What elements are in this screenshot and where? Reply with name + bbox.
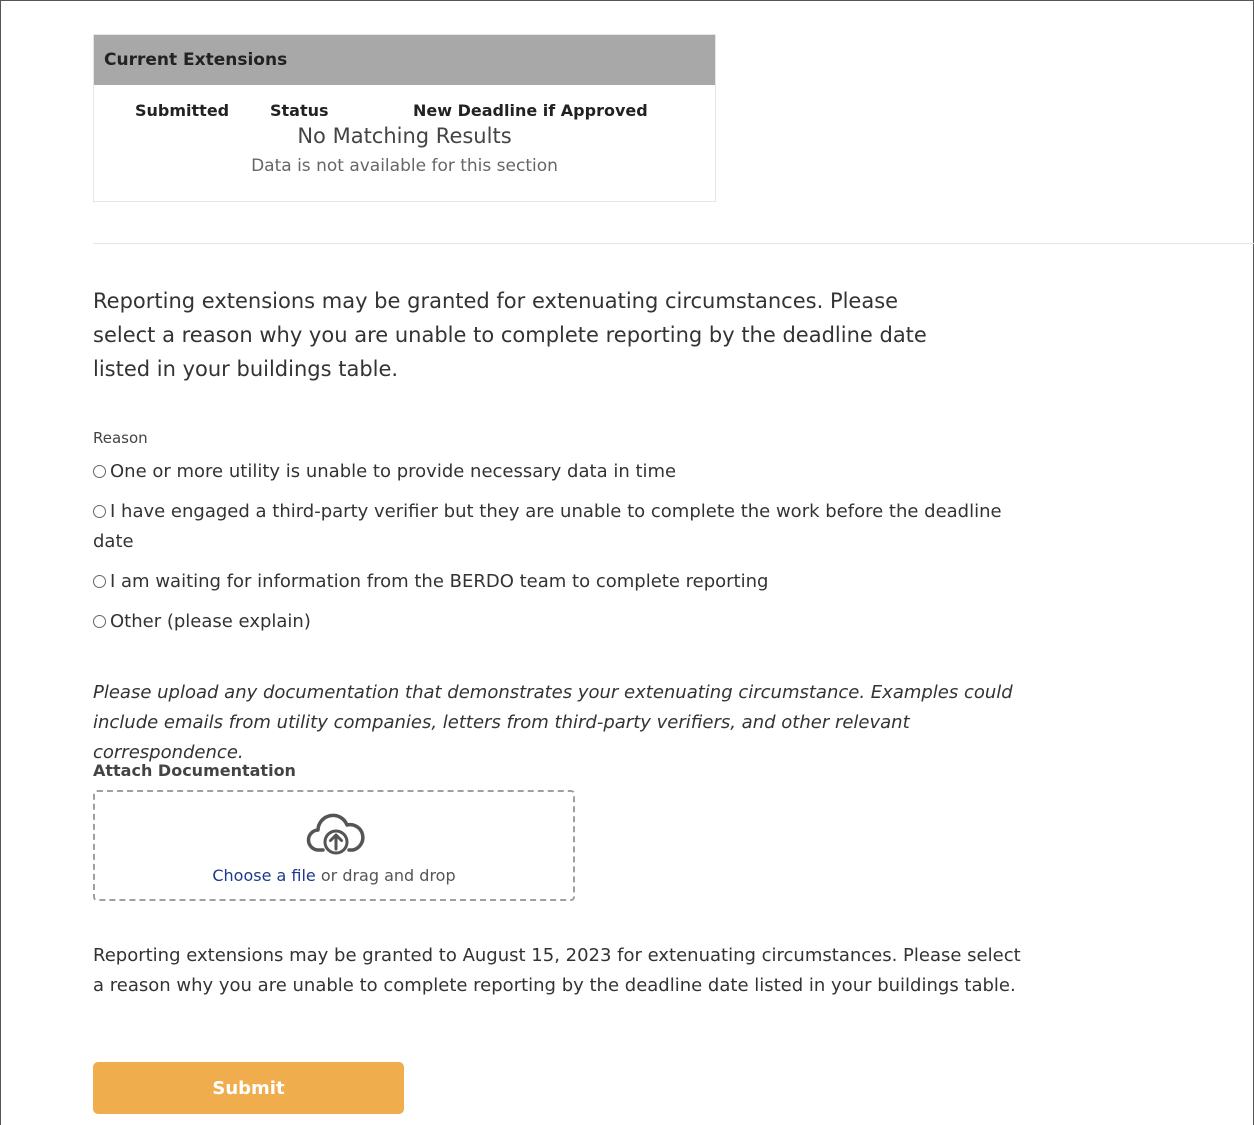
reason-option-label: Other (please explain) <box>110 611 311 632</box>
submit-button[interactable]: Submit <box>93 1062 404 1114</box>
upload-instructions: Please upload any documentation that dem… <box>93 682 1013 763</box>
reason-option-verifier[interactable]: I have engaged a third-party verifier bu… <box>93 497 1003 557</box>
extension-request-page: Current Extensions Submitted Status New … <box>0 0 1254 1125</box>
section-divider <box>93 243 1254 244</box>
reason-option-utility[interactable]: One or more utility is unable to provide… <box>93 457 1003 487</box>
drag-drop-text: or drag and drop <box>315 866 456 885</box>
dropzone-text: Choose a file or drag and drop <box>95 866 573 885</box>
deadline-note: Reporting extensions may be granted to A… <box>93 945 1021 996</box>
column-status[interactable]: Status <box>270 101 329 120</box>
no-results-subtitle: Data is not available for this section <box>251 156 558 176</box>
reason-option-label: One or more utility is unable to provide… <box>110 461 677 482</box>
radio-button[interactable] <box>93 505 106 518</box>
choose-file-link[interactable]: Choose a file <box>212 866 315 885</box>
radio-button[interactable] <box>93 615 106 628</box>
no-results-title: No Matching Results <box>297 124 512 148</box>
current-extensions-header: Current Extensions <box>94 35 715 85</box>
column-new-deadline[interactable]: New Deadline if Approved <box>413 101 648 120</box>
reason-option-label: I am waiting for information from the BE… <box>110 571 769 592</box>
intro-text: Reporting extensions may be granted for … <box>93 289 927 381</box>
column-submitted[interactable]: Submitted <box>135 101 229 120</box>
reason-option-berdo-team[interactable]: I am waiting for information from the BE… <box>93 567 1003 597</box>
radio-button[interactable] <box>93 465 106 478</box>
extensions-table-header: Submitted Status New Deadline if Approve… <box>94 85 715 123</box>
radio-button[interactable] <box>93 575 106 588</box>
current-extensions-panel: Current Extensions Submitted Status New … <box>93 34 716 202</box>
reason-option-other[interactable]: Other (please explain) <box>93 607 1003 637</box>
cloud-upload-icon <box>306 813 365 855</box>
attach-documentation-label: Attach Documentation <box>93 761 296 780</box>
reason-label: Reason <box>93 429 148 447</box>
file-dropzone[interactable]: Choose a file or drag and drop <box>93 790 575 901</box>
reason-option-label: I have engaged a third-party verifier bu… <box>93 501 1002 552</box>
